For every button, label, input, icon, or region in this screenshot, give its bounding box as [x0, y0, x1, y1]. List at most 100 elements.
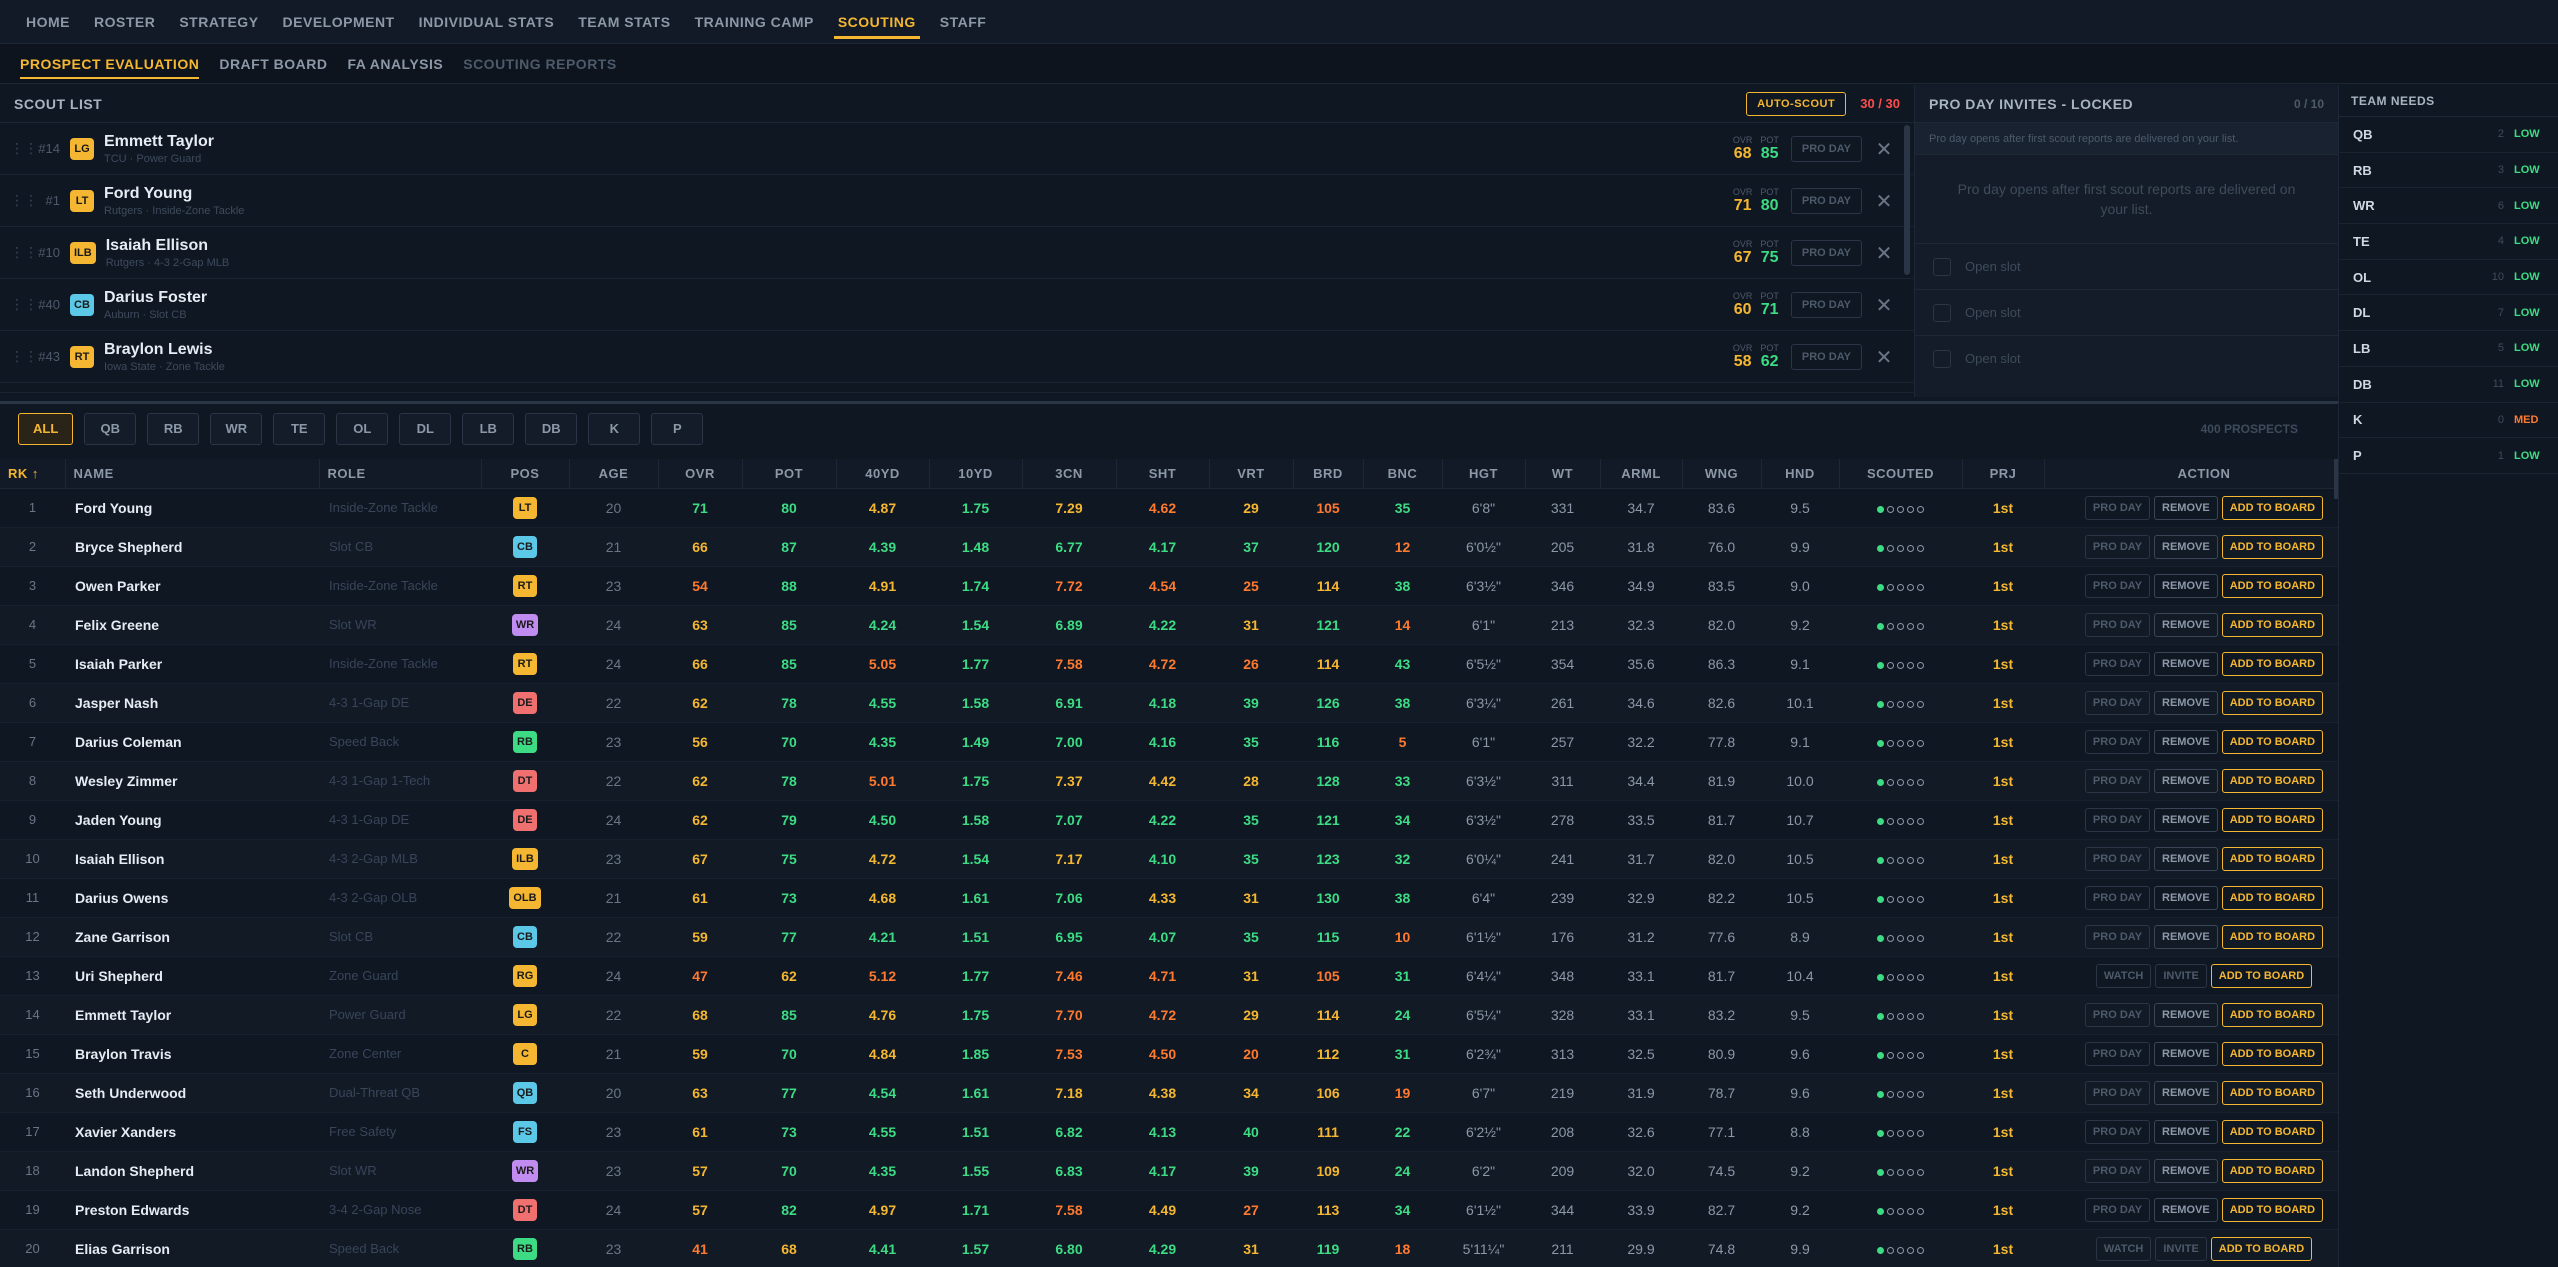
open-slot[interactable]: Open slot [1915, 335, 2338, 381]
close-icon[interactable]: ✕ [1874, 293, 1894, 318]
add-to-board-button[interactable]: ADD TO BOARD [2221, 1119, 2324, 1144]
add-to-board-button[interactable]: ADD TO BOARD [2221, 885, 2324, 910]
close-icon[interactable]: ✕ [1874, 189, 1894, 214]
table-row[interactable]: 9 Jaden Young 4-3 1-Gap DE DE 24 62 79 4.50 1.58… [0, 800, 2338, 840]
nav-training-camp[interactable]: TRAINING CAMP [683, 0, 826, 43]
pro-day-button[interactable]: PRO DAY [2084, 534, 2151, 559]
table-row[interactable]: 14 Emmett Taylor Power Guard LG 22 68 85 4.76 1.… [0, 995, 2338, 1035]
col-brd[interactable]: BRD [1293, 459, 1364, 489]
remove-button[interactable]: REMOVE [2154, 495, 2218, 520]
col-vrt[interactable]: VRT [1209, 459, 1294, 489]
slot-checkbox[interactable] [1933, 257, 1951, 276]
table-row[interactable]: 13 Uri Shepherd Zone Guard RG 24 47 62 5.12 1.77… [0, 956, 2338, 996]
filter-k[interactable]: K [588, 412, 641, 445]
nav-home[interactable]: HOME [14, 0, 82, 43]
player-name[interactable]: Seth Underwood [65, 1073, 319, 1113]
add-to-board-button[interactable]: ADD TO BOARD [2221, 651, 2324, 676]
table-row[interactable]: 4 Felix Greene Slot WR WR 24 63 85 4.24 1.54 6.89… [0, 605, 2338, 645]
player-name[interactable]: Jaden Young [65, 800, 319, 840]
col-pot[interactable]: POT [742, 459, 837, 489]
player-name[interactable]: Isaiah Ellison [65, 839, 319, 879]
invite-button[interactable]: INVITE [2155, 963, 2207, 988]
drag-handle-icon[interactable]: ⋮⋮ [10, 140, 38, 157]
remove-button[interactable]: REMOVE [2154, 1041, 2218, 1066]
nav-development[interactable]: DEVELOPMENT [271, 0, 407, 43]
col-hnd[interactable]: HND [1761, 459, 1840, 489]
player-name[interactable]: Jasper Nash [65, 683, 319, 723]
pro-day-button[interactable]: PRO DAY [2084, 1197, 2151, 1222]
table-row[interactable]: 16 Seth Underwood Dual-Threat QB QB 20 63 77 4.… [0, 1073, 2338, 1113]
col-role[interactable]: ROLE [319, 459, 482, 489]
add-to-board-button[interactable]: ADD TO BOARD [2221, 924, 2324, 949]
add-to-board-button[interactable]: ADD TO BOARD [2221, 1041, 2324, 1066]
table-row[interactable]: 12 Zane Garrison Slot CB CB 22 59 77 4.21 1.51 6.… [0, 917, 2338, 957]
filter-all[interactable]: ALL [18, 412, 74, 445]
add-to-board-button[interactable]: ADD TO BOARD [2221, 1158, 2324, 1183]
add-to-board-button[interactable]: ADD TO BOARD [2210, 1236, 2313, 1261]
invite-button[interactable]: INVITE [2155, 1236, 2207, 1261]
nav-individual-stats[interactable]: INDIVIDUAL STATS [407, 0, 567, 43]
drag-handle-icon[interactable]: ⋮⋮ [10, 192, 38, 209]
remove-button[interactable]: REMOVE [2154, 1197, 2218, 1222]
pro-day-button[interactable]: PRO DAY [1790, 136, 1862, 162]
add-to-board-button[interactable]: ADD TO BOARD [2221, 612, 2324, 637]
col-prj[interactable]: PRJ [1962, 459, 2045, 489]
table-row[interactable]: 5 Isaiah Parker Inside-Zone Tackle RT 24 66 85… [0, 644, 2338, 684]
col-ovr[interactable]: OVR [658, 459, 743, 489]
remove-button[interactable]: REMOVE [2154, 690, 2218, 715]
player-name[interactable]: Wesley Zimmer [65, 761, 319, 801]
table-row[interactable]: 2 Bryce Shepherd Slot CB CB 21 66 87 4.39 1.48 6.… [0, 527, 2338, 567]
filter-db[interactable]: DB [525, 412, 578, 445]
player-name[interactable]: Bryce Shepherd [65, 527, 319, 567]
watch-button[interactable]: WATCH [2095, 963, 2152, 988]
col-bnc[interactable]: BNC [1363, 459, 1443, 489]
remove-button[interactable]: REMOVE [2154, 807, 2218, 832]
player-name[interactable]: Uri Shepherd [65, 956, 319, 996]
remove-button[interactable]: REMOVE [2154, 729, 2218, 754]
player-name[interactable]: Ford Young [65, 488, 319, 528]
player-name[interactable]: Darius Owens [65, 878, 319, 918]
col-action[interactable]: ACTION [2044, 459, 2338, 489]
remove-button[interactable]: REMOVE [2154, 768, 2218, 793]
pro-day-button[interactable]: PRO DAY [2084, 729, 2151, 754]
col-3cn[interactable]: 3CN [1022, 459, 1117, 489]
filter-wr[interactable]: WR [210, 412, 263, 445]
filter-p[interactable]: P [651, 412, 704, 445]
pro-day-button[interactable]: PRO DAY [2084, 768, 2151, 793]
watch-button[interactable]: WATCH [2095, 1236, 2152, 1261]
player-name[interactable]: Emmett Taylor [65, 995, 319, 1035]
player-name[interactable]: Zane Garrison [65, 917, 319, 957]
col-sht[interactable]: SHT [1116, 459, 1210, 489]
add-to-board-button[interactable]: ADD TO BOARD [2221, 846, 2324, 871]
pro-day-button[interactable]: PRO DAY [1790, 292, 1862, 318]
pro-day-button[interactable]: PRO DAY [2084, 1002, 2151, 1027]
pro-day-button[interactable]: PRO DAY [1790, 188, 1862, 214]
pro-day-button[interactable]: PRO DAY [2084, 1080, 2151, 1105]
close-icon[interactable]: ✕ [1874, 345, 1894, 370]
tab-draft-board[interactable]: DRAFT BOARD [209, 44, 337, 83]
player-name[interactable]: Xavier Xanders [65, 1112, 319, 1152]
col-arml[interactable]: ARML [1600, 459, 1683, 489]
table-row[interactable]: 1 Ford Young Inside-Zone Tackle LT 20 71 80 4.8… [0, 488, 2338, 528]
pro-day-button[interactable]: PRO DAY [1790, 240, 1862, 266]
table-row[interactable]: 18 Landon Shepherd Slot WR WR 23 57 70 4.35 1.55… [0, 1151, 2338, 1191]
col-wng[interactable]: WNG [1682, 459, 1762, 489]
remove-button[interactable]: REMOVE [2154, 1002, 2218, 1027]
scout-player-name[interactable]: Emmett Taylor [104, 133, 214, 151]
add-to-board-button[interactable]: ADD TO BOARD [2221, 573, 2324, 598]
table-row[interactable]: 10 Isaiah Ellison 4-3 2-Gap MLB ILB 23 67 75 4.… [0, 839, 2338, 879]
add-to-board-button[interactable]: ADD TO BOARD [2221, 690, 2324, 715]
close-icon[interactable]: ✕ [1874, 137, 1894, 162]
scout-player-name[interactable]: Ford Young [104, 185, 244, 203]
pro-day-button[interactable]: PRO DAY [2084, 690, 2151, 715]
nav-strategy[interactable]: STRATEGY [167, 0, 270, 43]
drag-handle-icon[interactable]: ⋮⋮ [10, 244, 38, 261]
table-row[interactable]: 8 Wesley Zimmer 4-3 1-Gap 1-Tech DT 22 62 78 5.… [0, 761, 2338, 801]
filter-ol[interactable]: OL [336, 412, 389, 445]
col-pos[interactable]: POS [481, 459, 570, 489]
pro-day-button[interactable]: PRO DAY [2084, 807, 2151, 832]
table-row[interactable]: 19 Preston Edwards 3-4 2-Gap Nose DT 24 57 82 4… [0, 1190, 2338, 1230]
nav-roster[interactable]: ROSTER [82, 0, 167, 43]
col-age[interactable]: AGE [569, 459, 659, 489]
col-rk[interactable]: RK ↑ [0, 459, 66, 489]
